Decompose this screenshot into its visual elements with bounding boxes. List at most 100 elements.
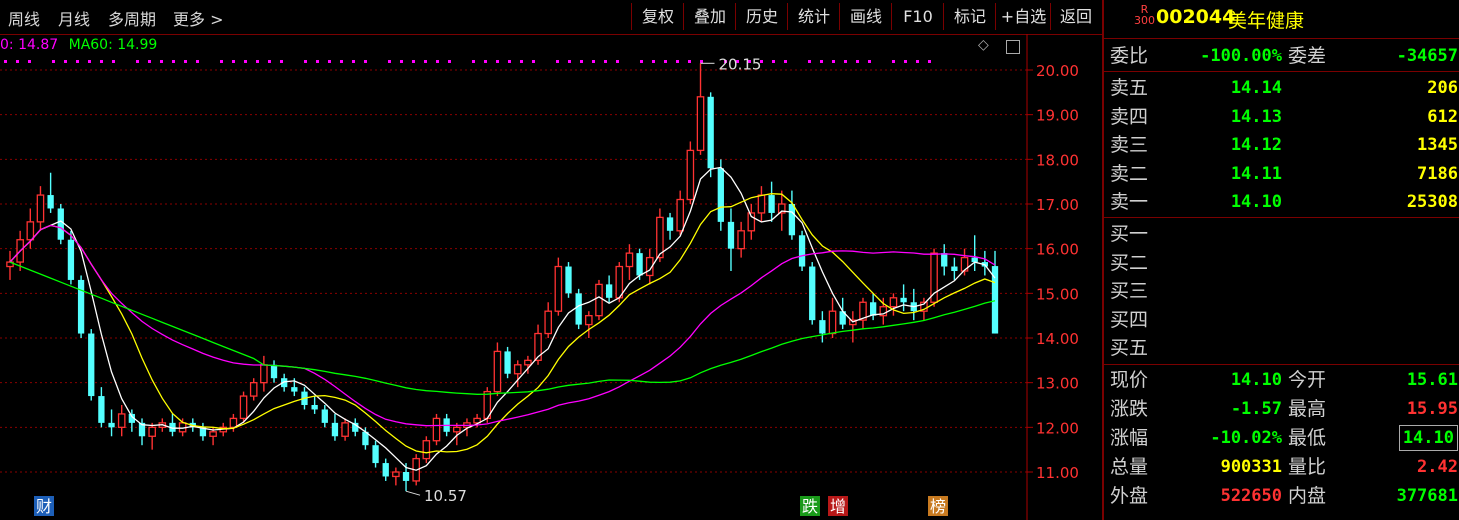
event-dot [256,60,259,63]
sell-level-label: 卖五 [1110,77,1149,99]
price-tick-label: 18.00 [1036,151,1079,169]
overlay-button[interactable]: 叠加 [683,3,736,30]
candle-body [331,422,339,437]
ma10-line [9,193,996,454]
buy-row[interactable]: 买五 [1108,334,1458,362]
candle [239,391,248,423]
event-dot [280,60,283,63]
candle-body [575,293,582,325]
candle [889,293,898,316]
candle-body [676,198,685,232]
add-watchlist-button[interactable]: +自选 [995,3,1051,30]
sell-row[interactable]: 卖二 14.11 7186 [1108,160,1458,188]
rzrq-badge: R 300 [1134,3,1155,27]
candle-body [341,422,349,437]
event-dot [556,60,559,63]
event-dot [52,60,55,63]
event-dot [580,60,583,63]
buy-row[interactable]: 买三 [1108,277,1458,305]
event-dot [268,60,271,63]
candle [504,346,511,379]
buy-row[interactable]: 买四 [1108,306,1458,334]
tab-weekly[interactable]: 周线 [8,6,40,30]
candle-body [656,216,664,259]
candle-body [36,194,45,223]
candle [981,250,988,276]
draw-line-button[interactable]: 画线 [839,3,892,30]
candle [585,311,593,338]
mark-button[interactable]: 标记 [943,3,996,30]
price-axis: 20.00 19.00 18.00 17.00 16.00 15.00 14.00 13.00… [1027,62,1079,482]
candle [270,360,278,383]
more-menu[interactable]: 更多 > [173,6,224,30]
candle [341,418,349,441]
sell-price: 14.10 [1230,192,1282,212]
event-marker[interactable]: 增 [828,496,848,516]
candle-body [809,266,816,321]
event-marker[interactable]: 财 [34,496,54,516]
stat-row: 涨跌 -1.57 最高 15.95 [1108,395,1458,423]
sell-row[interactable]: 卖五 14.14 206 [1108,74,1458,102]
sell-price: 14.14 [1230,78,1282,98]
buy-level-label: 买二 [1110,251,1149,274]
candle-body [869,302,877,316]
sell-row[interactable]: 卖一 14.10 25308 [1108,188,1458,216]
event-dot [88,60,91,63]
candle-body [260,364,268,384]
event-dot [856,60,859,63]
candle [249,378,258,401]
event-dot [436,60,439,63]
event-dot [772,60,775,63]
candle-body [727,221,735,249]
candle [352,418,359,437]
price-tick-label: 13.00 [1036,375,1079,393]
event-dots [4,60,931,63]
event-dot [844,60,847,63]
candle-body [768,195,775,213]
event-dot [388,60,391,63]
sell-level-label: 卖三 [1110,134,1149,156]
ma5-line [9,166,996,471]
candle [6,250,14,280]
candle [686,141,695,204]
candle-body [696,96,705,152]
stat-label: 量比 [1288,456,1327,478]
low-pointer [405,490,421,496]
candle [809,262,816,325]
stats-button[interactable]: 统计 [787,3,840,30]
stat-label: 最低 [1288,427,1327,449]
sell-volume: 7186 [1417,163,1458,184]
high-label: 20.15 [719,55,762,73]
ma30-line [9,224,996,427]
stat-value: -10.02% [1210,428,1282,448]
event-dot [496,60,499,63]
back-button[interactable]: 返回 [1050,3,1101,30]
event-dot [340,60,343,63]
event-marker[interactable]: 榜 [928,496,948,516]
tab-monthly[interactable]: 月线 [58,6,90,30]
candle [747,204,756,240]
event-dot [136,60,139,63]
event-marker[interactable]: 跌 [800,496,820,516]
event-dot [532,60,535,63]
f10-button[interactable]: F10 [891,3,944,30]
sell-price: 14.11 [1230,163,1282,184]
history-button[interactable]: 历史 [735,3,788,30]
kline-chart[interactable]: 20.00 19.00 18.00 17.00 16.00 15.00 14.00 13.00… [0,34,1102,520]
buy-level-label: 买三 [1110,280,1149,302]
buy-row[interactable]: 买二 [1108,249,1458,277]
candle-body [757,194,766,214]
sell-row[interactable]: 卖四 14.13 612 [1108,103,1458,131]
candle [36,186,45,231]
sell-row[interactable]: 卖三 14.12 1345 [1108,131,1458,159]
candle-body [828,310,837,335]
stat-value: 522650 [1220,486,1282,506]
price-tick-label: 16.00 [1036,241,1079,259]
adjust-button[interactable]: 复权 [631,3,684,30]
candle [108,409,115,437]
price-tick-label: 11.00 [1036,464,1079,482]
buy-row[interactable]: 买一 [1108,220,1458,248]
event-dot [784,60,787,63]
tab-multi-period[interactable]: 多周期 [108,6,156,30]
event-dot [220,60,223,63]
